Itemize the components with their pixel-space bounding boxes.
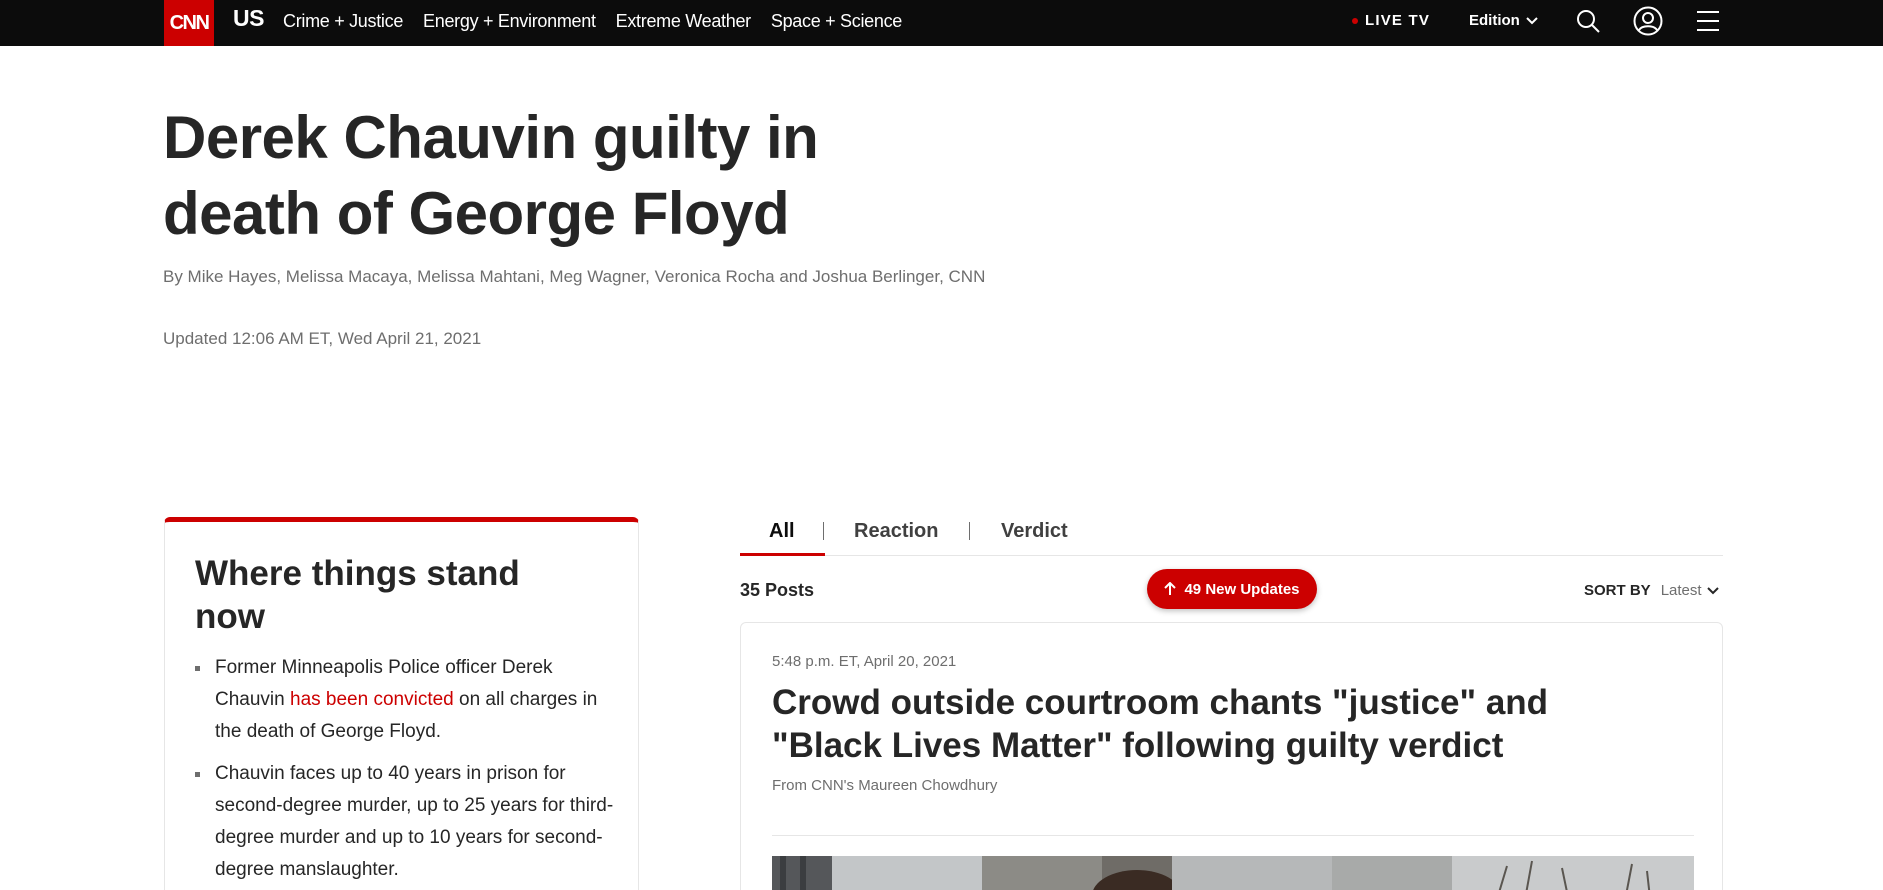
live-dot-icon xyxy=(1352,17,1358,24)
edition-label: Edition xyxy=(1469,12,1520,29)
chevron-down-icon xyxy=(1706,586,1719,594)
active-tab-indicator xyxy=(740,553,825,556)
post-image xyxy=(772,856,1694,890)
article-byline: By Mike Hayes, Melissa Macaya, Melissa M… xyxy=(163,267,986,286)
where-things-stand-card: Where things stand now Former Minneapoli… xyxy=(164,517,639,890)
tab-reaction[interactable]: Reaction xyxy=(854,516,938,556)
cnn-logo[interactable]: CNN xyxy=(164,0,214,46)
account-button[interactable] xyxy=(1632,5,1664,37)
nav-link-extreme-weather[interactable]: Extreme Weather xyxy=(616,11,752,32)
post-author: From CNN's Maureen Chowdhury xyxy=(772,777,998,794)
nav-link-space-science[interactable]: Space + Science xyxy=(771,11,902,32)
tab-separator xyxy=(823,522,824,540)
new-updates-label: 49 New Updates xyxy=(1184,580,1300,598)
account-icon xyxy=(1633,6,1663,36)
sort-control: SORT BY Latest xyxy=(1584,582,1719,599)
posts-count: 35 Posts xyxy=(740,580,815,600)
tab-all[interactable]: All xyxy=(769,516,795,556)
menu-button[interactable] xyxy=(1692,5,1724,37)
menu-icon xyxy=(1697,11,1719,31)
card-list: Former Minneapolis Police officer Derek … xyxy=(195,652,615,890)
card-title: Where things stand now xyxy=(195,554,520,636)
tab-verdict[interactable]: Verdict xyxy=(1001,516,1068,556)
nav-link-crime-justice[interactable]: Crime + Justice xyxy=(283,11,403,32)
live-tv-link[interactable]: LIVE TV xyxy=(1352,12,1430,29)
list-item: Chauvin faces up to 40 years in prison f… xyxy=(195,758,615,886)
list-item: Former Minneapolis Police officer Derek … xyxy=(195,652,615,748)
section-links: Crime + Justice Energy + Environment Ext… xyxy=(283,0,902,42)
nav-link-energy-environment[interactable]: Energy + Environment xyxy=(423,11,596,32)
post-card: 5:48 p.m. ET, April 20, 2021 Crowd outsi… xyxy=(740,622,1723,890)
top-nav: CNN US Crime + Justice Energy + Environm… xyxy=(0,0,1883,46)
post-divider xyxy=(772,835,1694,836)
search-icon xyxy=(1577,10,1600,33)
sort-label: SORT BY xyxy=(1584,582,1651,599)
article-updated-timestamp: Updated 12:06 AM ET, Wed April 21, 2021 xyxy=(163,329,482,348)
chevron-down-icon xyxy=(1526,16,1538,24)
section-name[interactable]: US xyxy=(233,5,264,32)
search-button[interactable] xyxy=(1572,5,1604,37)
feed-tabs: All Reaction Verdict xyxy=(740,516,1723,556)
sort-value: Latest xyxy=(1660,582,1702,599)
article-headline: Derek Chauvin guilty in death of George … xyxy=(163,104,819,247)
edition-dropdown[interactable]: Edition xyxy=(1469,12,1538,29)
sort-dropdown[interactable]: Latest xyxy=(1661,582,1719,599)
courtroom-crowd-photo xyxy=(772,856,1694,890)
has-been-convicted-link[interactable]: has been convicted xyxy=(290,689,454,710)
post-timestamp: 5:48 p.m. ET, April 20, 2021 xyxy=(772,653,957,670)
post-title: Crowd outside courtroom chants "justice"… xyxy=(772,683,1549,765)
new-updates-button[interactable]: 49 New Updates xyxy=(1147,569,1317,609)
logo-text: CNN xyxy=(169,11,210,34)
tab-separator xyxy=(969,522,970,540)
arrow-up-icon xyxy=(1164,582,1177,595)
live-tv-label: LIVE TV xyxy=(1365,12,1431,29)
